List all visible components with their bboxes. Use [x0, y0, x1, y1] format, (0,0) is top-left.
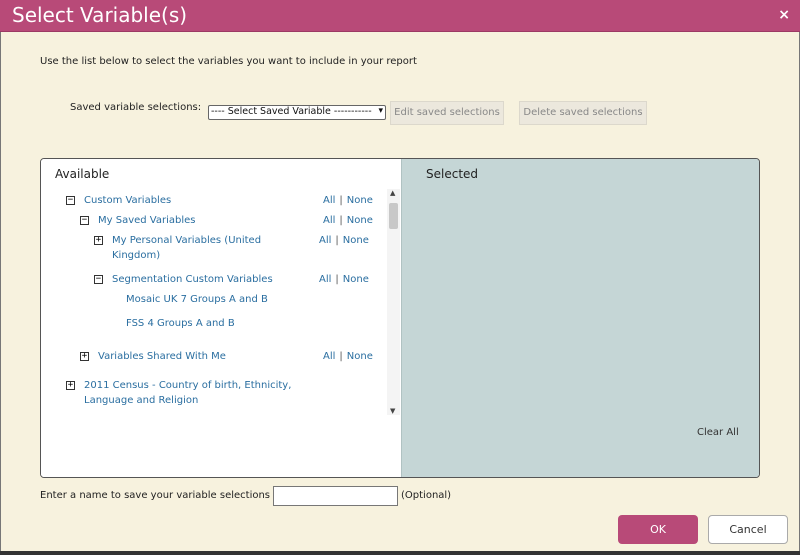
ok-button[interactable]: OK — [618, 515, 698, 544]
tree-item-segmentation-custom-variables[interactable]: Segmentation Custom Variables — [112, 272, 273, 287]
selected-header: Selected — [426, 167, 479, 181]
saved-variable-select[interactable]: ---- Select Saved Variable ----------- ▾ — [208, 105, 386, 120]
all-link[interactable]: All — [319, 235, 331, 246]
save-name-label: Enter a name to save your variable selec… — [40, 490, 277, 501]
cancel-button[interactable]: Cancel — [708, 515, 788, 544]
none-link[interactable]: None — [343, 274, 369, 285]
tree-item-mosaic-uk-7-groups[interactable]: Mosaic UK 7 Groups A and B — [126, 292, 268, 307]
dialog-titlebar: Select Variable(s) × — [0, 0, 800, 32]
selected-pane: Selected Clear All — [401, 159, 759, 477]
all-none-custom-variables: All | None — [323, 195, 373, 206]
all-link[interactable]: All — [323, 195, 335, 206]
plus-box-icon[interactable]: + — [94, 236, 103, 245]
scroll-down-icon[interactable]: ▼ — [390, 407, 395, 415]
all-none-my-saved-variables: All | None — [323, 215, 373, 226]
variable-selector-panel: Available − Custom Variables All | None − … — [40, 158, 760, 478]
available-header: Available — [55, 167, 110, 181]
all-link[interactable]: All — [323, 351, 335, 362]
tree-item-my-saved-variables[interactable]: My Saved Variables — [98, 213, 196, 228]
plus-box-icon[interactable]: + — [80, 352, 89, 361]
all-none-my-personal-variables: All | None — [319, 235, 369, 246]
all-link[interactable]: All — [323, 215, 335, 226]
saved-selections-label: Saved variable selections: — [70, 102, 202, 113]
edit-saved-selections-button[interactable]: Edit saved selections — [390, 101, 504, 125]
window-bottom-border — [0, 551, 800, 555]
saved-variable-select-value: ---- Select Saved Variable ----------- — [211, 106, 372, 117]
available-scrollbar[interactable]: ▲ ▼ — [387, 189, 400, 415]
scroll-up-icon[interactable]: ▲ — [390, 189, 395, 197]
tree-item-variables-shared-with-me[interactable]: Variables Shared With Me — [98, 349, 226, 364]
none-link[interactable]: None — [347, 351, 373, 362]
optional-label: (Optional) — [401, 490, 452, 501]
dialog-title: Select Variable(s) — [12, 3, 188, 27]
tree-item-custom-variables[interactable]: Custom Variables — [84, 193, 171, 208]
delete-saved-selections-button[interactable]: Delete saved selections — [519, 101, 647, 125]
clear-all-link[interactable]: Clear All — [697, 427, 739, 438]
tree-item-fss-4-groups[interactable]: FSS 4 Groups A and B — [126, 316, 235, 331]
save-name-input[interactable] — [273, 486, 398, 506]
available-pane: Available − Custom Variables All | None − … — [41, 159, 401, 477]
all-link[interactable]: All — [319, 274, 331, 285]
all-none-segmentation-custom-variables: All | None — [319, 274, 369, 285]
chevron-down-icon: ▾ — [378, 106, 383, 116]
close-icon[interactable]: × — [778, 7, 790, 23]
plus-box-icon[interactable]: + — [66, 381, 75, 390]
none-link[interactable]: None — [343, 235, 369, 246]
tree-item-my-personal-variables[interactable]: My Personal Variables (United Kingdom) — [112, 233, 272, 263]
scrollbar-thumb[interactable] — [389, 203, 398, 229]
tree-item-2011-census[interactable]: 2011 Census - Country of birth, Ethnicit… — [84, 378, 294, 408]
none-link[interactable]: None — [347, 195, 373, 206]
minus-box-icon[interactable]: − — [80, 216, 89, 225]
all-none-variables-shared-with-me: All | None — [323, 351, 373, 362]
instructions-text: Use the list below to select the variabl… — [40, 56, 417, 67]
minus-box-icon[interactable]: − — [94, 275, 103, 284]
minus-box-icon[interactable]: − — [66, 196, 75, 205]
none-link[interactable]: None — [347, 215, 373, 226]
